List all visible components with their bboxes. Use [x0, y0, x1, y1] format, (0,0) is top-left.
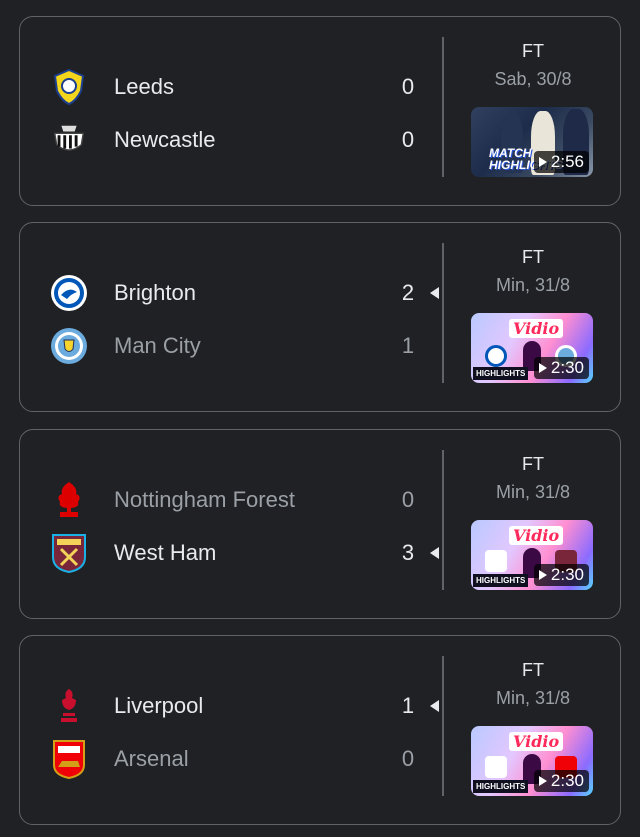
highlights-label: HIGHLIGHTS [473, 574, 529, 587]
divider [442, 243, 444, 383]
play-icon [538, 570, 547, 580]
divider [442, 450, 444, 590]
score-home: 1 [401, 693, 415, 718]
match-date: Min, 31/8 [495, 482, 571, 502]
match-date: Min, 31/8 [495, 688, 571, 708]
highlights-label: HIGHLIGHTS [473, 367, 529, 380]
winner-indicator-icon [430, 700, 439, 712]
west-ham-crest-icon [50, 534, 88, 573]
score-home: 0 [401, 74, 415, 99]
arsenal-crest-icon [50, 740, 88, 779]
home-team-row: Liverpool 1 [20, 684, 439, 728]
vidio-logo: Vidio [509, 732, 564, 751]
away-team-row: Man City 1 [20, 324, 430, 368]
away-team-row: Arsenal 0 [20, 737, 430, 781]
match-status: FT [522, 247, 544, 267]
highlights-label: HIGHLIGHTS [473, 780, 529, 793]
match-card-brighton-mancity[interactable]: Brighton 2 Man City 1 FT Min, 31/8 Vidio… [19, 222, 621, 412]
man-city-crest-icon [50, 327, 88, 365]
match-date: Sab, 30/8 [494, 69, 572, 89]
score-home: 0 [401, 487, 415, 512]
play-icon [538, 157, 547, 167]
home-team-row: Nottingham Forest 0 [20, 478, 430, 522]
liverpool-crest-icon [485, 756, 507, 778]
video-duration: 2:30 [533, 357, 589, 379]
play-icon [538, 363, 547, 373]
nottingham-forest-crest-icon [50, 481, 88, 519]
away-team-row: Newcastle 0 [20, 118, 430, 162]
team-name-away: Newcastle [114, 127, 216, 152]
video-duration: 2:56 [533, 151, 589, 173]
vidio-logo: Vidio [509, 319, 564, 338]
brighton-crest-icon [485, 345, 507, 367]
score-away: 0 [401, 746, 415, 771]
home-team-row: Leeds 0 [20, 65, 430, 109]
team-name-home: Leeds [114, 74, 174, 99]
highlights-video-thumbnail[interactable]: Vidio HIGHLIGHTS 2:30 [471, 313, 593, 383]
match-status: FT [522, 660, 544, 680]
team-name-home: Nottingham Forest [114, 487, 295, 512]
video-duration: 2:30 [533, 564, 589, 586]
score-away: 0 [401, 127, 415, 152]
match-date: Min, 31/8 [495, 275, 571, 295]
away-team-row: West Ham 3 [20, 531, 439, 575]
match-card-forest-westham[interactable]: Nottingham Forest 0 West Ham 3 FT Min, 3… [19, 429, 621, 619]
score-away: 3 [401, 540, 415, 565]
team-name-away: West Ham [114, 540, 217, 565]
team-name-away: Arsenal [114, 746, 189, 771]
winner-indicator-icon [430, 287, 439, 299]
play-icon [538, 776, 547, 786]
divider [442, 37, 444, 177]
leeds-crest-icon [50, 68, 88, 106]
nottingham-forest-crest-icon [485, 550, 507, 572]
team-name-home: Brighton [114, 280, 196, 305]
highlights-video-thumbnail[interactable]: Vidio HIGHLIGHTS 2:30 [471, 520, 593, 590]
score-home: 2 [401, 280, 415, 305]
winner-indicator-icon [430, 547, 439, 559]
team-name-home: Liverpool [114, 693, 204, 718]
liverpool-crest-icon [50, 687, 88, 725]
video-duration: 2:30 [533, 770, 589, 792]
team-name-away: Man City [114, 333, 201, 358]
match-card-liverpool-arsenal[interactable]: Liverpool 1 Arsenal 0 FT Min, 31/8 Vidio… [19, 635, 621, 825]
highlights-video-thumbnail[interactable]: MATCH HIGHLIGHTS 2:56 [471, 107, 593, 177]
divider [442, 656, 444, 796]
brighton-crest-icon [50, 274, 88, 312]
match-status: FT [522, 454, 544, 474]
match-card-leeds-newcastle[interactable]: Leeds 0 Newcastle 0 FT Sab, 30/8 MATCH H… [19, 16, 621, 206]
score-away: 1 [401, 333, 415, 358]
vidio-logo: Vidio [509, 526, 564, 545]
highlights-video-thumbnail[interactable]: Vidio HIGHLIGHTS 2:30 [471, 726, 593, 796]
home-team-row: Brighton 2 [20, 271, 439, 315]
match-status: FT [522, 41, 544, 61]
newcastle-crest-icon [50, 121, 88, 159]
